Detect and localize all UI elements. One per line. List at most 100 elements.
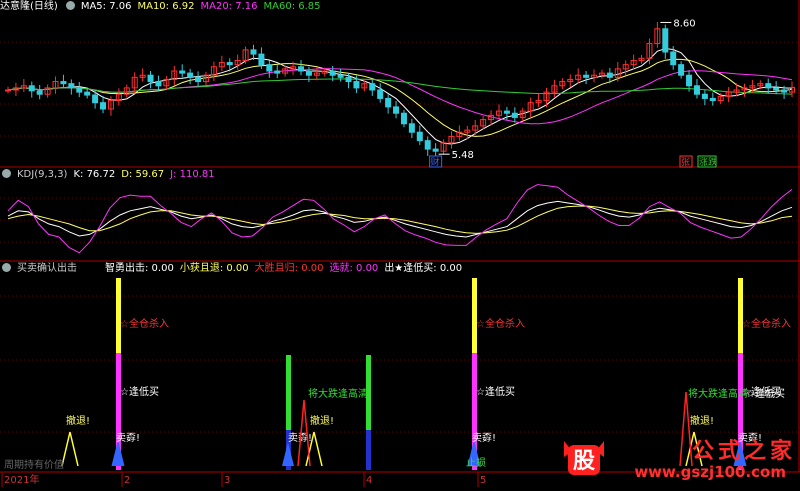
- x-tick-label: 3: [224, 475, 230, 486]
- x-tick-label: 5: [480, 475, 486, 486]
- event-tag-label: 涨跌: [699, 157, 717, 168]
- candle-body: [693, 85, 700, 95]
- candle-body: [424, 140, 431, 150]
- watermark-url: www.gszj100.com: [634, 463, 786, 481]
- signal-full-buy-label: ☆全仓杀入: [120, 317, 169, 330]
- candle-body: [353, 81, 360, 89]
- gear-icon[interactable]: [2, 169, 11, 178]
- candle-body: [781, 89, 788, 93]
- candle-body: [408, 123, 415, 133]
- candle-body: [36, 90, 43, 95]
- signal-ind-5: 出★逢低买: 0.00: [384, 263, 463, 274]
- ma60-label: MA60: 6.85: [263, 1, 321, 12]
- watermark-logo-icon: 股: [564, 441, 604, 475]
- kdj-panel-header: KDJ(9,3,3) K: 76.72 D: 59.67 J: 110.81: [0, 168, 221, 182]
- ma-line-ma60: [7, 78, 793, 95]
- candle-body: [670, 51, 677, 66]
- signal-retreat-label: 撤退!: [310, 414, 334, 427]
- candle-body: [503, 110, 510, 114]
- candle-body: [369, 83, 376, 91]
- signal-bar-full-buy-top: [738, 278, 743, 353]
- candle-body: [377, 89, 384, 99]
- signal-ind-3: 大胜且归: 0.00: [254, 263, 324, 274]
- gear-icon[interactable]: [65, 1, 75, 10]
- candle-body: [701, 93, 708, 99]
- x-tick-label: 2021年: [4, 473, 39, 486]
- candle-body: [92, 94, 99, 104]
- signal-blurred-label: 周期持有价值: [4, 458, 64, 471]
- signal-dip-buy-label: ☆逢低买: [476, 385, 515, 398]
- candle-body: [686, 74, 693, 87]
- candle-body: [337, 74, 344, 78]
- signal-bar-full-buy-top: [472, 278, 477, 353]
- candle-body: [258, 53, 265, 66]
- signal-triangle: [282, 442, 294, 466]
- ma5-label: MA5: 7.06: [80, 1, 132, 12]
- candle-body: [5, 89, 11, 92]
- x-tick-label: 4: [366, 475, 372, 486]
- candle-body: [583, 74, 590, 78]
- candle-body: [147, 74, 154, 83]
- signal-dip-buy-label: ☆逢低买: [746, 387, 785, 400]
- signal-sell-label: 卖孬!: [472, 432, 496, 444]
- ma10-label: MA10: 6.92: [137, 1, 195, 12]
- candle-body: [28, 85, 35, 92]
- x-tick-label: 2: [124, 475, 130, 486]
- event-tag-label: 张: [681, 157, 690, 168]
- candle-body: [155, 81, 162, 87]
- event-tag-label: 财: [431, 156, 440, 168]
- candle-body: [606, 72, 613, 78]
- watermark-text: 公式之家: [691, 439, 796, 464]
- signal-bar-full-buy-top: [116, 278, 121, 353]
- ma-line-ma10: [7, 58, 793, 137]
- gear-icon[interactable]: [2, 263, 11, 272]
- signal-sell-label: 卖孬!: [116, 432, 140, 444]
- signal-big-drop-label: 将大跌逢高清: [688, 387, 748, 400]
- signal-bar-green: [286, 355, 291, 430]
- kdj-j-label: J: 110.81: [170, 169, 215, 180]
- price-panel-header: 达意隆(日线) MA5: 7.06 MA10: 6.92 MA20: 7.16 MA60…: [0, 0, 327, 14]
- signal-bar-blue: [366, 430, 371, 470]
- candle-body: [511, 112, 518, 118]
- signal-ind-1: 智勇出击: 0.00: [105, 263, 174, 274]
- candle-body: [187, 72, 194, 78]
- candle-body: [298, 66, 305, 72]
- price-panel-title[interactable]: 达意隆(日线): [0, 1, 58, 12]
- candle-body: [68, 83, 75, 89]
- kdj-d-label: D: 59.67: [121, 169, 165, 180]
- high-label: 8.60: [673, 18, 695, 29]
- candle-body: [709, 97, 716, 102]
- candle-body: [678, 64, 685, 76]
- ma-line-ma20: [7, 68, 793, 125]
- ma20-label: MA20: 7.16: [200, 1, 258, 12]
- signal-retreat-label: 撤退!: [66, 414, 90, 427]
- watermark-logo-text: 股: [573, 449, 595, 474]
- candle-body: [345, 76, 352, 83]
- candle-body: [226, 62, 233, 66]
- chart-canvas: 2021年 2 3 4 5 8.60 5.48 财 张涨跌 ☆全仓杀入 ☆逢低买卖孬! ☆全仓杀入 ☆逢…: [0, 0, 800, 487]
- signal-stop-loss-label: 止损: [466, 456, 486, 469]
- signal-panel-header: 买卖确认出击 智勇出击: 0.00 小获且退: 0.00 大胜且归: 0.00 选就: …: [0, 262, 468, 276]
- kdj-title[interactable]: KDJ(9,3,3): [17, 169, 67, 180]
- candle-body: [773, 87, 780, 91]
- signal-full-buy-label: ☆全仓杀入: [742, 317, 791, 330]
- signal-ind-4: 选就: 0.00: [329, 263, 379, 274]
- kdj-line-j: [7, 184, 793, 254]
- candle-body: [76, 87, 83, 93]
- candle-body: [179, 70, 186, 74]
- signal-dip-buy-label: ☆逢低买: [120, 385, 159, 398]
- signal-ind-2: 小获且退: 0.00: [179, 263, 249, 274]
- candle-body: [662, 28, 669, 53]
- signal-red-triangle: [679, 391, 693, 467]
- low-label: 5.48: [452, 150, 474, 161]
- candle-body: [84, 91, 91, 96]
- signal-title[interactable]: 买卖确认出击: [17, 263, 77, 274]
- signal-retreat-label: 撤退!: [690, 414, 714, 427]
- candle-body: [416, 131, 423, 142]
- candle-body: [385, 97, 392, 108]
- candle-body: [100, 102, 107, 110]
- candle-body: [274, 70, 281, 74]
- candle-body: [266, 64, 273, 72]
- candle-body: [432, 148, 439, 152]
- candle-body: [195, 76, 202, 83]
